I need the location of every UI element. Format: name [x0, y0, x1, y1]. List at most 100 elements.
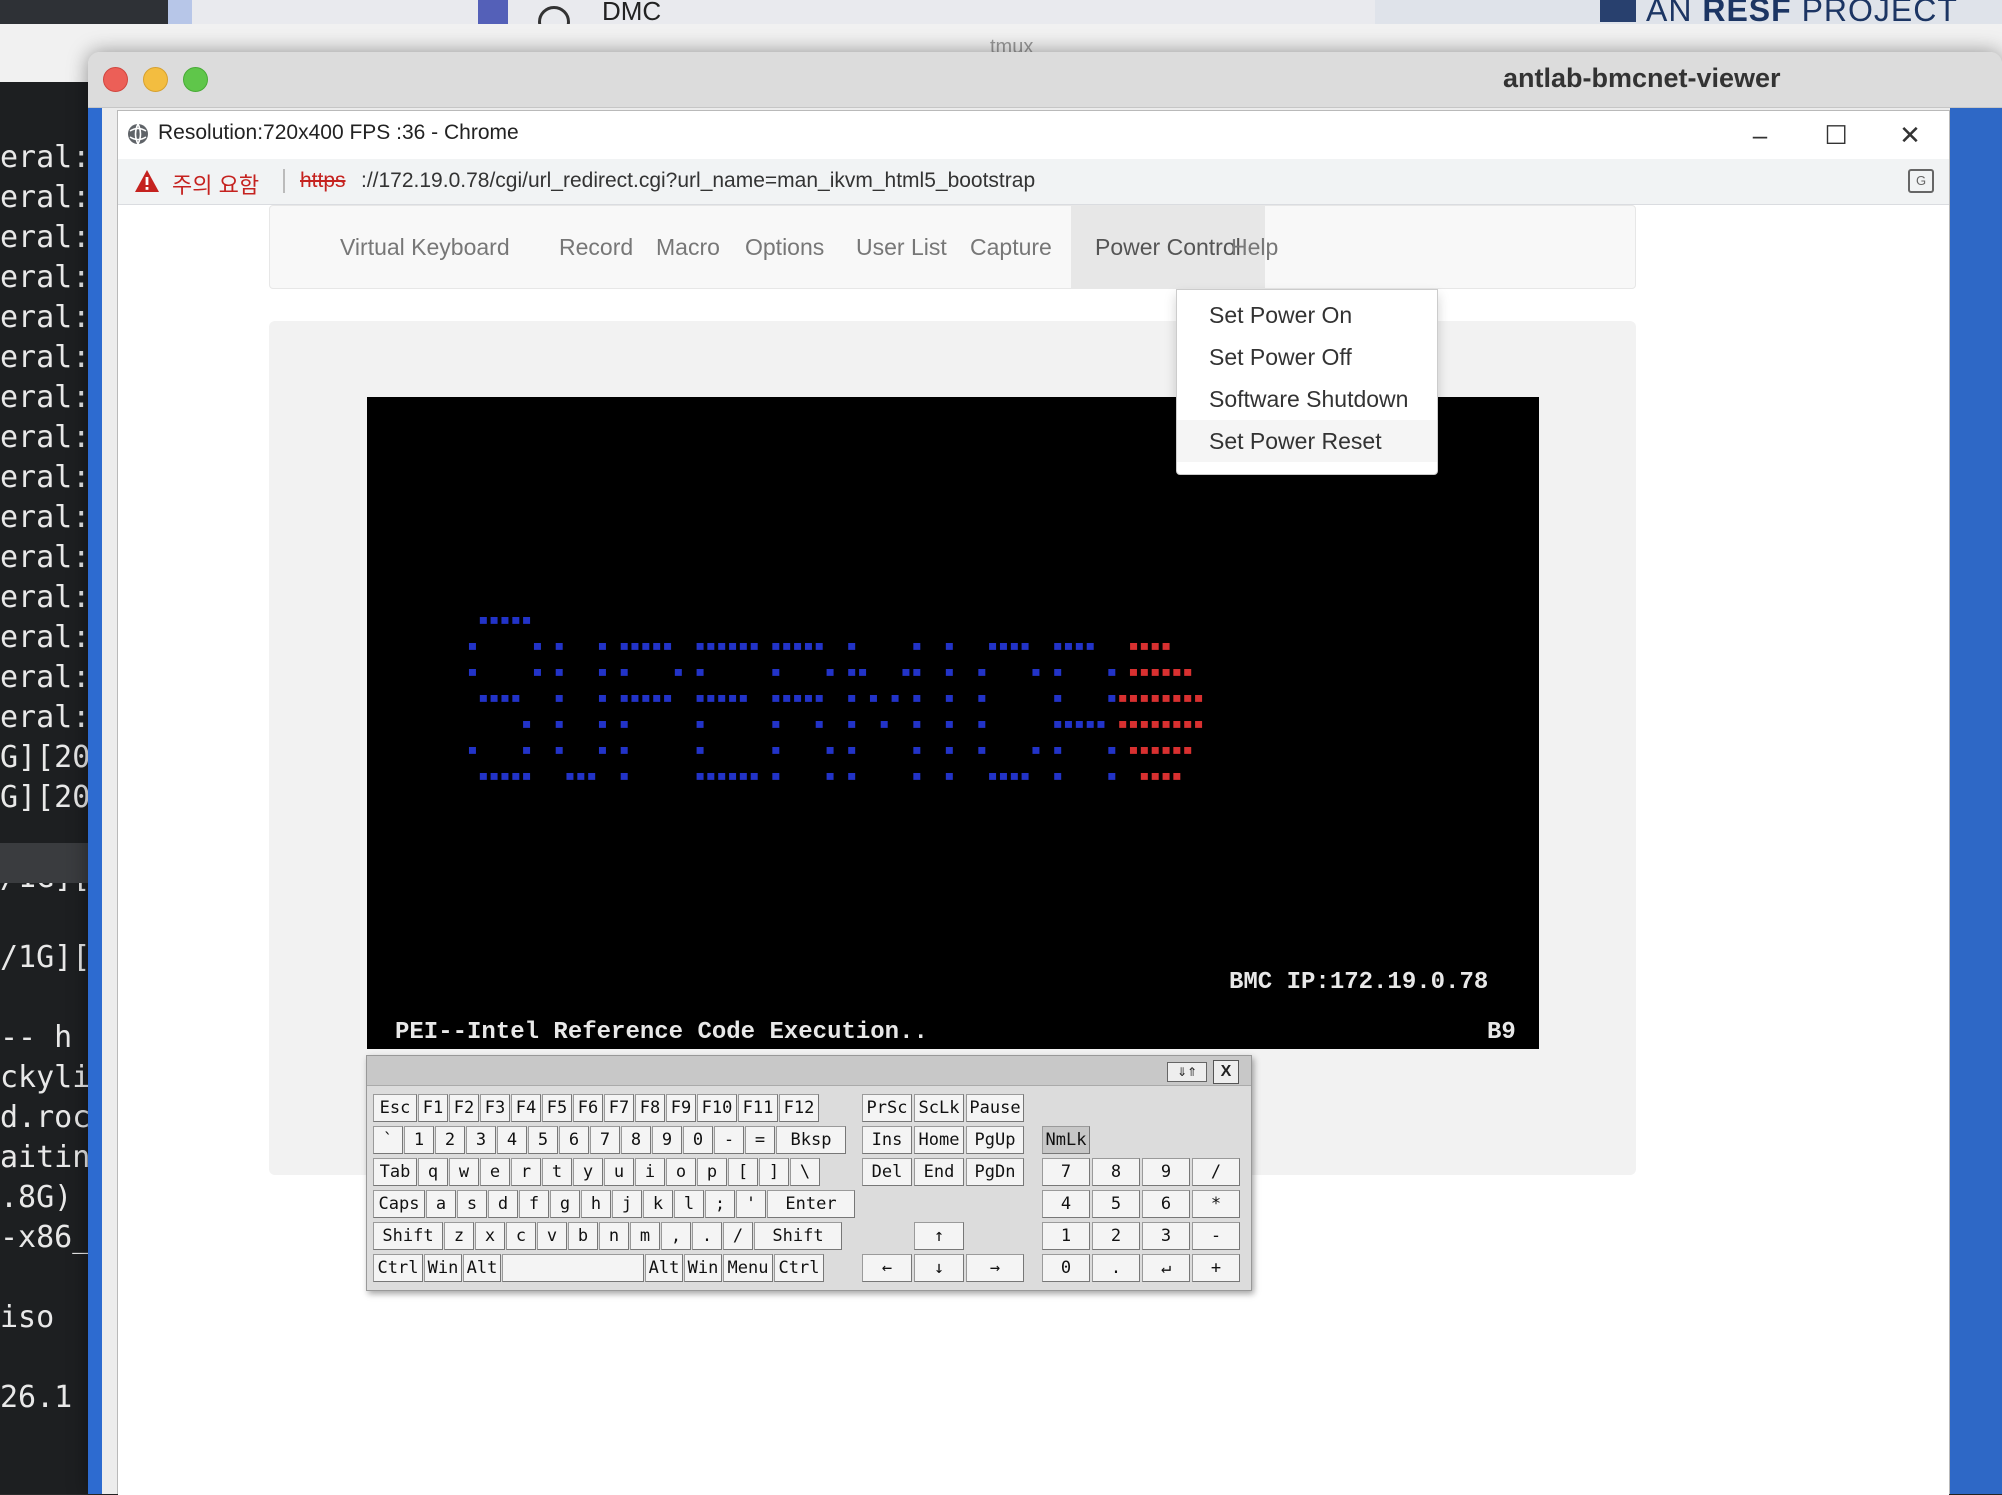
- key[interactable]: a: [426, 1190, 456, 1218]
- key-numpad[interactable]: ↵: [1142, 1254, 1190, 1282]
- key[interactable]: w: [449, 1158, 479, 1186]
- key[interactable]: [: [728, 1158, 758, 1186]
- key[interactable]: d: [488, 1190, 518, 1218]
- power-menu-software-shutdown[interactable]: Software Shutdown: [1177, 378, 1437, 420]
- kvm-remote-screen[interactable]: ▪▪▪▪▪ ▪ ▪ ▪ ▪ ▪▪▪▪▪ ▪▪▪▪▪▪ ▪▪▪▪▪ ▪ ▪ ▪ ▪▪…: [367, 397, 1539, 1049]
- key[interactable]: F10: [697, 1094, 737, 1122]
- key[interactable]: ': [736, 1190, 766, 1218]
- key[interactable]: r: [511, 1158, 541, 1186]
- key[interactable]: j: [612, 1190, 642, 1218]
- key[interactable]: /: [723, 1222, 753, 1250]
- chrome-titlebar[interactable]: Resolution:720x400 FPS :36 - Chrome – ☐ …: [118, 111, 1949, 159]
- key[interactable]: Win: [684, 1254, 722, 1282]
- key[interactable]: 9: [652, 1126, 682, 1154]
- key[interactable]: `: [373, 1126, 403, 1154]
- nav-virtual-keyboard[interactable]: Virtual Keyboard: [316, 206, 534, 288]
- key-numpad[interactable]: 5: [1092, 1190, 1140, 1218]
- key-nav[interactable]: →: [966, 1254, 1024, 1282]
- key[interactable]: =: [745, 1126, 775, 1154]
- key[interactable]: F3: [480, 1094, 510, 1122]
- key-numpad[interactable]: 4: [1042, 1190, 1090, 1218]
- key[interactable]: F5: [542, 1094, 572, 1122]
- nav-capture[interactable]: Capture: [946, 206, 1076, 288]
- window-zoom-button[interactable]: [183, 67, 208, 92]
- key-nav[interactable]: ScLk: [914, 1094, 964, 1122]
- minimize-icon[interactable]: –: [1732, 117, 1788, 153]
- key[interactable]: Caps: [373, 1190, 425, 1218]
- key[interactable]: e: [480, 1158, 510, 1186]
- key[interactable]: ;: [705, 1190, 735, 1218]
- key[interactable]: l: [674, 1190, 704, 1218]
- key-nav[interactable]: PgDn: [966, 1158, 1024, 1186]
- url-bar[interactable]: 주의 요함 https ://172.19.0.78/cgi/url_redir…: [118, 159, 1949, 205]
- key[interactable]: F2: [449, 1094, 479, 1122]
- key[interactable]: h: [581, 1190, 611, 1218]
- key[interactable]: F7: [604, 1094, 634, 1122]
- key-nav[interactable]: Home: [914, 1126, 964, 1154]
- key[interactable]: F9: [666, 1094, 696, 1122]
- key[interactable]: Shift: [373, 1222, 443, 1250]
- key-nav[interactable]: ←: [862, 1254, 912, 1282]
- nav-options[interactable]: Options: [721, 206, 848, 288]
- key[interactable]: 2: [435, 1126, 465, 1154]
- key[interactable]: 1: [404, 1126, 434, 1154]
- key-nav[interactable]: ↑: [914, 1222, 964, 1250]
- key-numpad[interactable]: 2: [1092, 1222, 1140, 1250]
- key-nav[interactable]: PrSc: [862, 1094, 912, 1122]
- key[interactable]: o: [666, 1158, 696, 1186]
- nav-help[interactable]: Help: [1207, 206, 1302, 288]
- key[interactable]: F4: [511, 1094, 541, 1122]
- url-scheme[interactable]: https: [300, 169, 346, 193]
- key-numpad[interactable]: .: [1092, 1254, 1140, 1282]
- key[interactable]: z: [444, 1222, 474, 1250]
- key-numpad[interactable]: /: [1192, 1158, 1240, 1186]
- key[interactable]: Menu: [723, 1254, 773, 1282]
- key[interactable]: v: [537, 1222, 567, 1250]
- close-icon[interactable]: ✕: [1882, 117, 1938, 153]
- key[interactable]: -: [714, 1126, 744, 1154]
- virtual-keyboard-header[interactable]: ⇓⇑ X: [367, 1056, 1251, 1086]
- keyboard-close-button[interactable]: X: [1213, 1060, 1239, 1084]
- key[interactable]: q: [418, 1158, 448, 1186]
- key[interactable]: F8: [635, 1094, 665, 1122]
- key[interactable]: b: [568, 1222, 598, 1250]
- key[interactable]: t: [542, 1158, 572, 1186]
- key[interactable]: i: [635, 1158, 665, 1186]
- key[interactable]: 4: [497, 1126, 527, 1154]
- key[interactable]: 8: [621, 1126, 651, 1154]
- key[interactable]: 6: [559, 1126, 589, 1154]
- key[interactable]: ]: [759, 1158, 789, 1186]
- key[interactable]: .: [692, 1222, 722, 1250]
- power-menu-set-power-on[interactable]: Set Power On: [1177, 294, 1437, 336]
- key-numlock[interactable]: NmLk: [1042, 1126, 1090, 1154]
- key-numpad[interactable]: 6: [1142, 1190, 1190, 1218]
- key[interactable]: k: [643, 1190, 673, 1218]
- key[interactable]: Bksp: [776, 1126, 846, 1154]
- key[interactable]: c: [506, 1222, 536, 1250]
- key-numpad[interactable]: 8: [1092, 1158, 1140, 1186]
- key[interactable]: Tab: [373, 1158, 417, 1186]
- key[interactable]: n: [599, 1222, 629, 1250]
- power-menu-set-power-reset[interactable]: Set Power Reset: [1177, 420, 1437, 462]
- key[interactable]: m: [630, 1222, 660, 1250]
- key-numpad[interactable]: 9: [1142, 1158, 1190, 1186]
- key-nav[interactable]: Del: [862, 1158, 912, 1186]
- key[interactable]: y: [573, 1158, 603, 1186]
- key[interactable]: u: [604, 1158, 634, 1186]
- window-minimize-button[interactable]: [143, 67, 168, 92]
- key-nav[interactable]: ↓: [914, 1254, 964, 1282]
- key[interactable]: F6: [573, 1094, 603, 1122]
- key[interactable]: 5: [528, 1126, 558, 1154]
- key[interactable]: ,: [661, 1222, 691, 1250]
- key[interactable]: Alt: [463, 1254, 501, 1282]
- key[interactable]: Alt: [645, 1254, 683, 1282]
- translate-icon[interactable]: G: [1908, 169, 1934, 193]
- key-numpad[interactable]: 1: [1042, 1222, 1090, 1250]
- key[interactable]: Ctrl: [373, 1254, 423, 1282]
- key[interactable]: g: [550, 1190, 580, 1218]
- key-nav[interactable]: End: [914, 1158, 964, 1186]
- key-numpad[interactable]: 3: [1142, 1222, 1190, 1250]
- key[interactable]: F1: [418, 1094, 448, 1122]
- key[interactable]: 3: [466, 1126, 496, 1154]
- key-numpad[interactable]: +: [1192, 1254, 1240, 1282]
